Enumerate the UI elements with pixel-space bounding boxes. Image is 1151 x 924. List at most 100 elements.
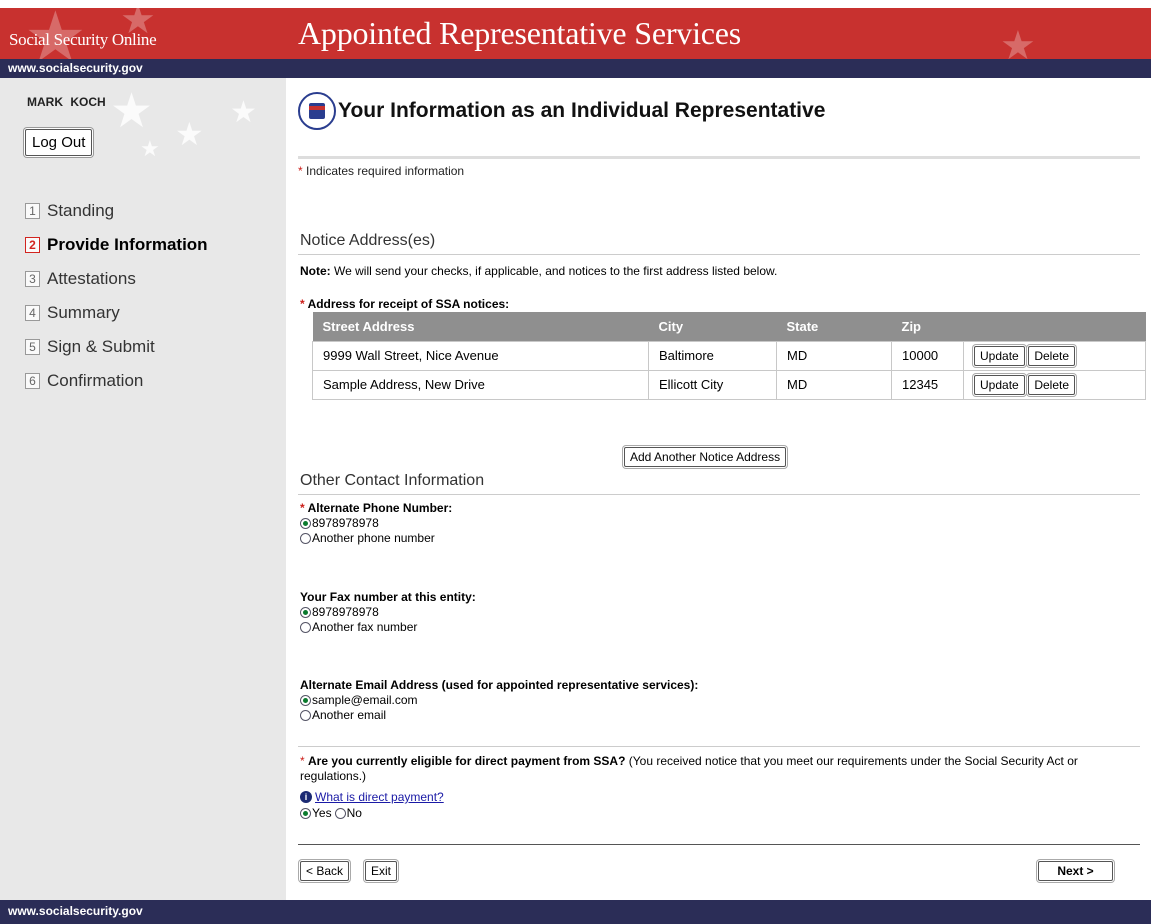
add-notice-address-button[interactable]: Add Another Notice Address <box>624 447 787 467</box>
site-brand[interactable]: Social Security Online <box>9 30 157 50</box>
fax-value: 8978978978 <box>312 605 379 619</box>
ssa-seal-icon <box>298 92 336 130</box>
address-label-text: Address for receipt of SSA notices: <box>307 297 510 311</box>
step-number: 6 <box>25 373 40 389</box>
direct-payment-help: i What is direct payment? <box>300 790 444 804</box>
section-heading-contact: Other Contact Information <box>300 472 485 489</box>
table-row: Sample Address, New Drive Ellicott City … <box>312 369 1146 400</box>
phone-option-current[interactable]: 8978978978 <box>300 516 379 530</box>
step-label: Confirmation <box>47 371 144 390</box>
cell-actions: Update Delete <box>963 369 1146 400</box>
cell-zip: 10000 <box>891 340 964 371</box>
star-decoration-icon: ★ <box>230 96 257 129</box>
page-header: Your Information as an Individual Repres… <box>298 92 825 130</box>
site-footer[interactable]: www.socialsecurity.gov <box>0 900 1151 924</box>
email-value: sample@email.com <box>312 693 418 707</box>
fax-label: Your Fax number at this entity: <box>300 590 476 604</box>
site-url-bar: www.socialsecurity.gov <box>0 59 1151 78</box>
step-label: Attestations <box>47 269 136 288</box>
page-title: Your Information as an Individual Repres… <box>338 99 826 122</box>
exit-button[interactable]: Exit <box>365 861 398 881</box>
step-label: Provide Information <box>47 235 208 254</box>
divider <box>298 254 1140 255</box>
delete-button[interactable]: Delete <box>1028 345 1076 366</box>
required-marker: * <box>300 501 305 515</box>
fax-option-other[interactable]: Another fax number <box>300 620 417 634</box>
step-list: 1 Standing 2 Provide Information 3 Attes… <box>25 194 208 398</box>
step-standing: 1 Standing <box>25 194 208 228</box>
info-icon: i <box>300 791 312 803</box>
cell-state: MD <box>776 340 892 371</box>
cell-state: MD <box>776 369 892 400</box>
seal-band <box>309 106 325 110</box>
required-text: Indicates required information <box>306 164 465 178</box>
email-label: Alternate Email Address (used for appoin… <box>300 678 699 692</box>
step-provide-information: 2 Provide Information <box>25 228 208 262</box>
logout-button[interactable]: Log Out <box>25 129 93 156</box>
column-header <box>963 312 1146 341</box>
next-button[interactable]: Next > <box>1038 861 1113 881</box>
note-label: Note: <box>300 264 331 278</box>
update-button[interactable]: Update <box>974 374 1025 395</box>
column-header: Street Address <box>312 312 649 341</box>
star-decoration-icon: ★ <box>175 116 204 152</box>
column-header: Zip <box>891 312 964 341</box>
cell-zip: 12345 <box>891 369 964 400</box>
phone-label-text: Alternate Phone Number: <box>307 501 453 515</box>
radio-selected[interactable] <box>300 694 311 706</box>
phone-value: 8978978978 <box>312 516 379 530</box>
step-label: Standing <box>47 201 115 220</box>
radio-unselected[interactable] <box>300 621 311 633</box>
star-decoration-icon: ★ <box>110 85 154 138</box>
cell-street: Sample Address, New Drive <box>312 369 649 400</box>
step-attestations: 3 Attestations <box>25 262 208 296</box>
required-marker: * <box>300 754 305 768</box>
required-marker: * <box>298 164 303 178</box>
step-number: 2 <box>25 237 40 253</box>
radio-no[interactable] <box>334 807 346 819</box>
divider <box>298 746 1140 747</box>
column-header: State <box>776 312 892 341</box>
direct-payment-options: Yes No <box>300 806 362 820</box>
phone-other-label: Another phone number <box>312 531 435 545</box>
fax-option-current[interactable]: 8978978978 <box>300 605 379 619</box>
divider <box>298 156 1140 159</box>
step-sign-submit: 5 Sign & Submit <box>25 330 208 364</box>
required-note: * Indicates required information <box>298 164 464 178</box>
radio-unselected[interactable] <box>300 532 311 544</box>
phone-label: * Alternate Phone Number: <box>300 501 452 515</box>
radio-selected[interactable] <box>300 606 311 618</box>
cell-actions: Update Delete <box>963 340 1146 371</box>
question-text: Are you currently eligible for direct pa… <box>308 754 626 768</box>
table-row: 9999 Wall Street, Nice Avenue Baltimore … <box>312 340 1146 371</box>
radio-selected[interactable] <box>300 517 311 529</box>
app-title: Appointed Representative Services <box>298 15 742 51</box>
cell-city: Baltimore <box>648 340 777 371</box>
direct-payment-help-link[interactable]: What is direct payment? <box>315 790 444 804</box>
back-button[interactable]: < Back <box>300 861 350 881</box>
delete-button[interactable]: Delete <box>1028 374 1076 395</box>
radio-yes[interactable] <box>300 807 311 819</box>
phone-option-other[interactable]: Another phone number <box>300 531 435 545</box>
update-button[interactable]: Update <box>974 345 1025 366</box>
divider <box>298 844 1140 845</box>
cell-street: 9999 Wall Street, Nice Avenue <box>312 340 649 371</box>
site-header: ★ ★ ★ Social Security Online Appointed R… <box>0 8 1151 59</box>
required-marker: * <box>300 297 305 311</box>
star-decoration-icon: ★ <box>140 136 160 161</box>
step-label: Sign & Submit <box>47 337 155 356</box>
star-decoration-icon: ★ <box>1000 24 1036 59</box>
step-number: 4 <box>25 305 40 321</box>
step-number: 1 <box>25 203 40 219</box>
step-summary: 4 Summary <box>25 296 208 330</box>
notice-note: Note: We will send your checks, if appli… <box>300 264 777 278</box>
email-option-other[interactable]: Another email <box>300 708 386 722</box>
yes-label: Yes <box>312 806 332 820</box>
radio-unselected[interactable] <box>300 709 311 721</box>
notice-address-table: Street Address City State Zip 9999 Wall … <box>312 312 1146 400</box>
step-number: 3 <box>25 271 40 287</box>
no-label: No <box>346 806 362 820</box>
email-option-current[interactable]: sample@email.com <box>300 693 418 707</box>
column-header: City <box>648 312 777 341</box>
step-number: 5 <box>25 339 40 355</box>
